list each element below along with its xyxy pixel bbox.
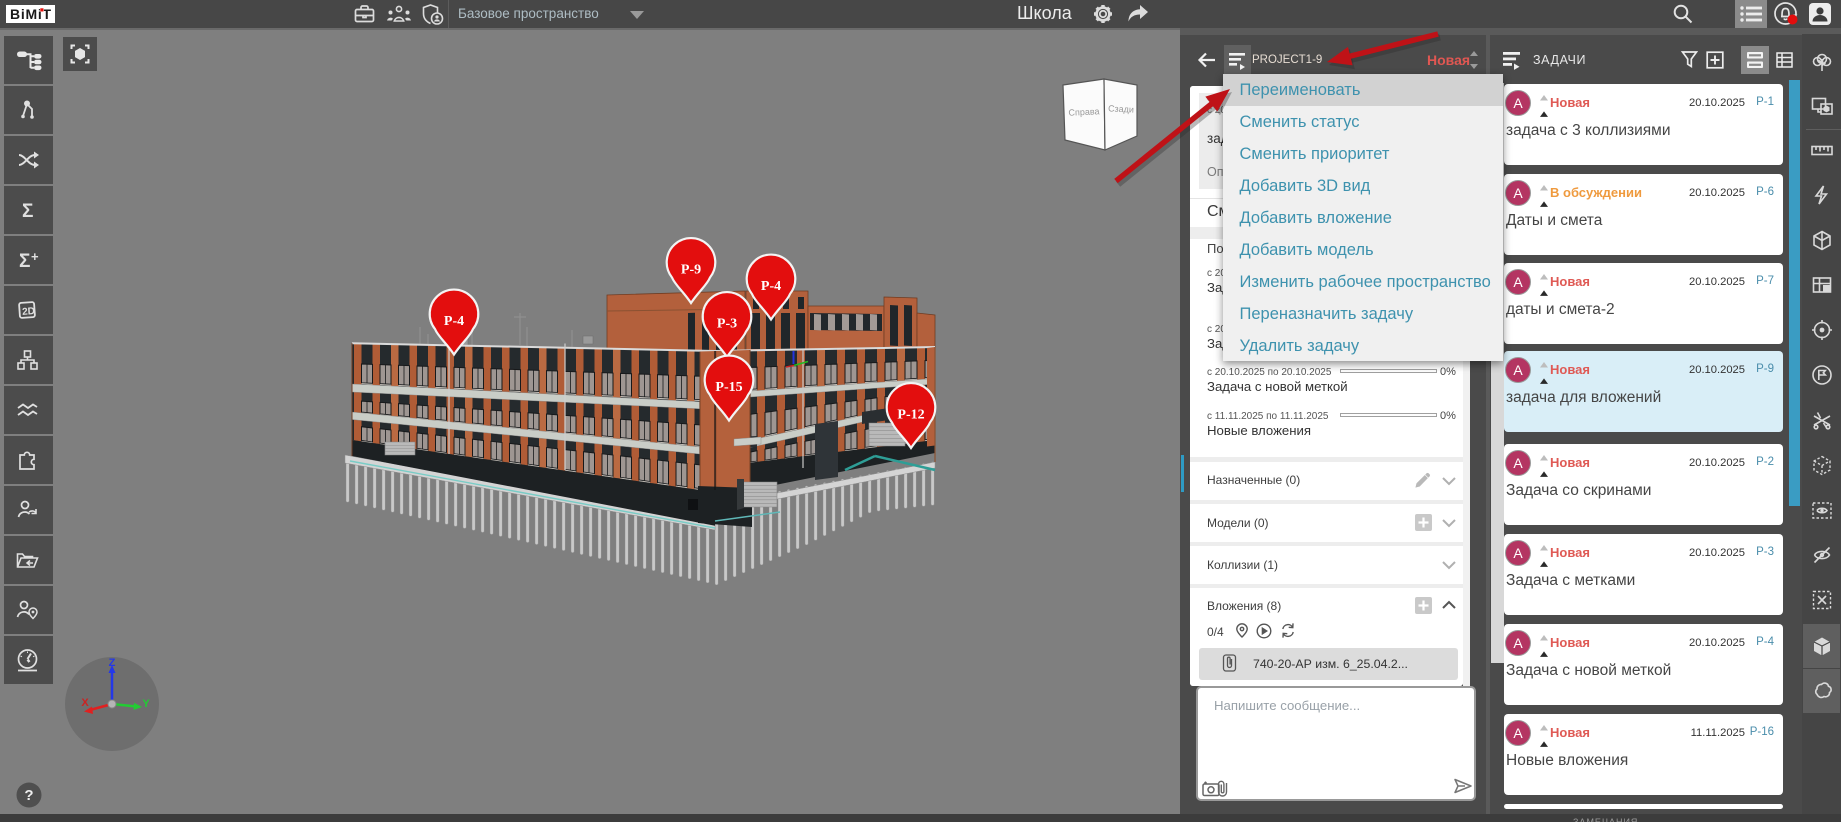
svg-text:Р-4: Р-4	[761, 279, 781, 294]
svg-text:2D: 2D	[22, 306, 36, 318]
svg-text:Р-9: Р-9	[681, 263, 701, 278]
svg-text:Р-4: Р-4	[444, 314, 464, 329]
svg-text:Справа: Справа	[1068, 106, 1100, 118]
svg-text:Р-3: Р-3	[717, 317, 737, 332]
svg-text:Y: Y	[142, 698, 150, 710]
svg-text:BiMiT: BiMiT	[10, 6, 51, 22]
svg-text:Р-12: Р-12	[897, 408, 924, 423]
svg-text:Σ: Σ	[22, 201, 33, 222]
svg-text:Z: Z	[109, 657, 116, 669]
svg-text:?: ?	[24, 787, 33, 804]
svg-text:Р-15: Р-15	[715, 380, 742, 395]
svg-text:Сзади: Сзади	[1108, 103, 1134, 114]
svg-text:+: +	[31, 249, 39, 264]
svg-text:Σ: Σ	[19, 251, 30, 272]
svg-text:X: X	[81, 697, 89, 709]
